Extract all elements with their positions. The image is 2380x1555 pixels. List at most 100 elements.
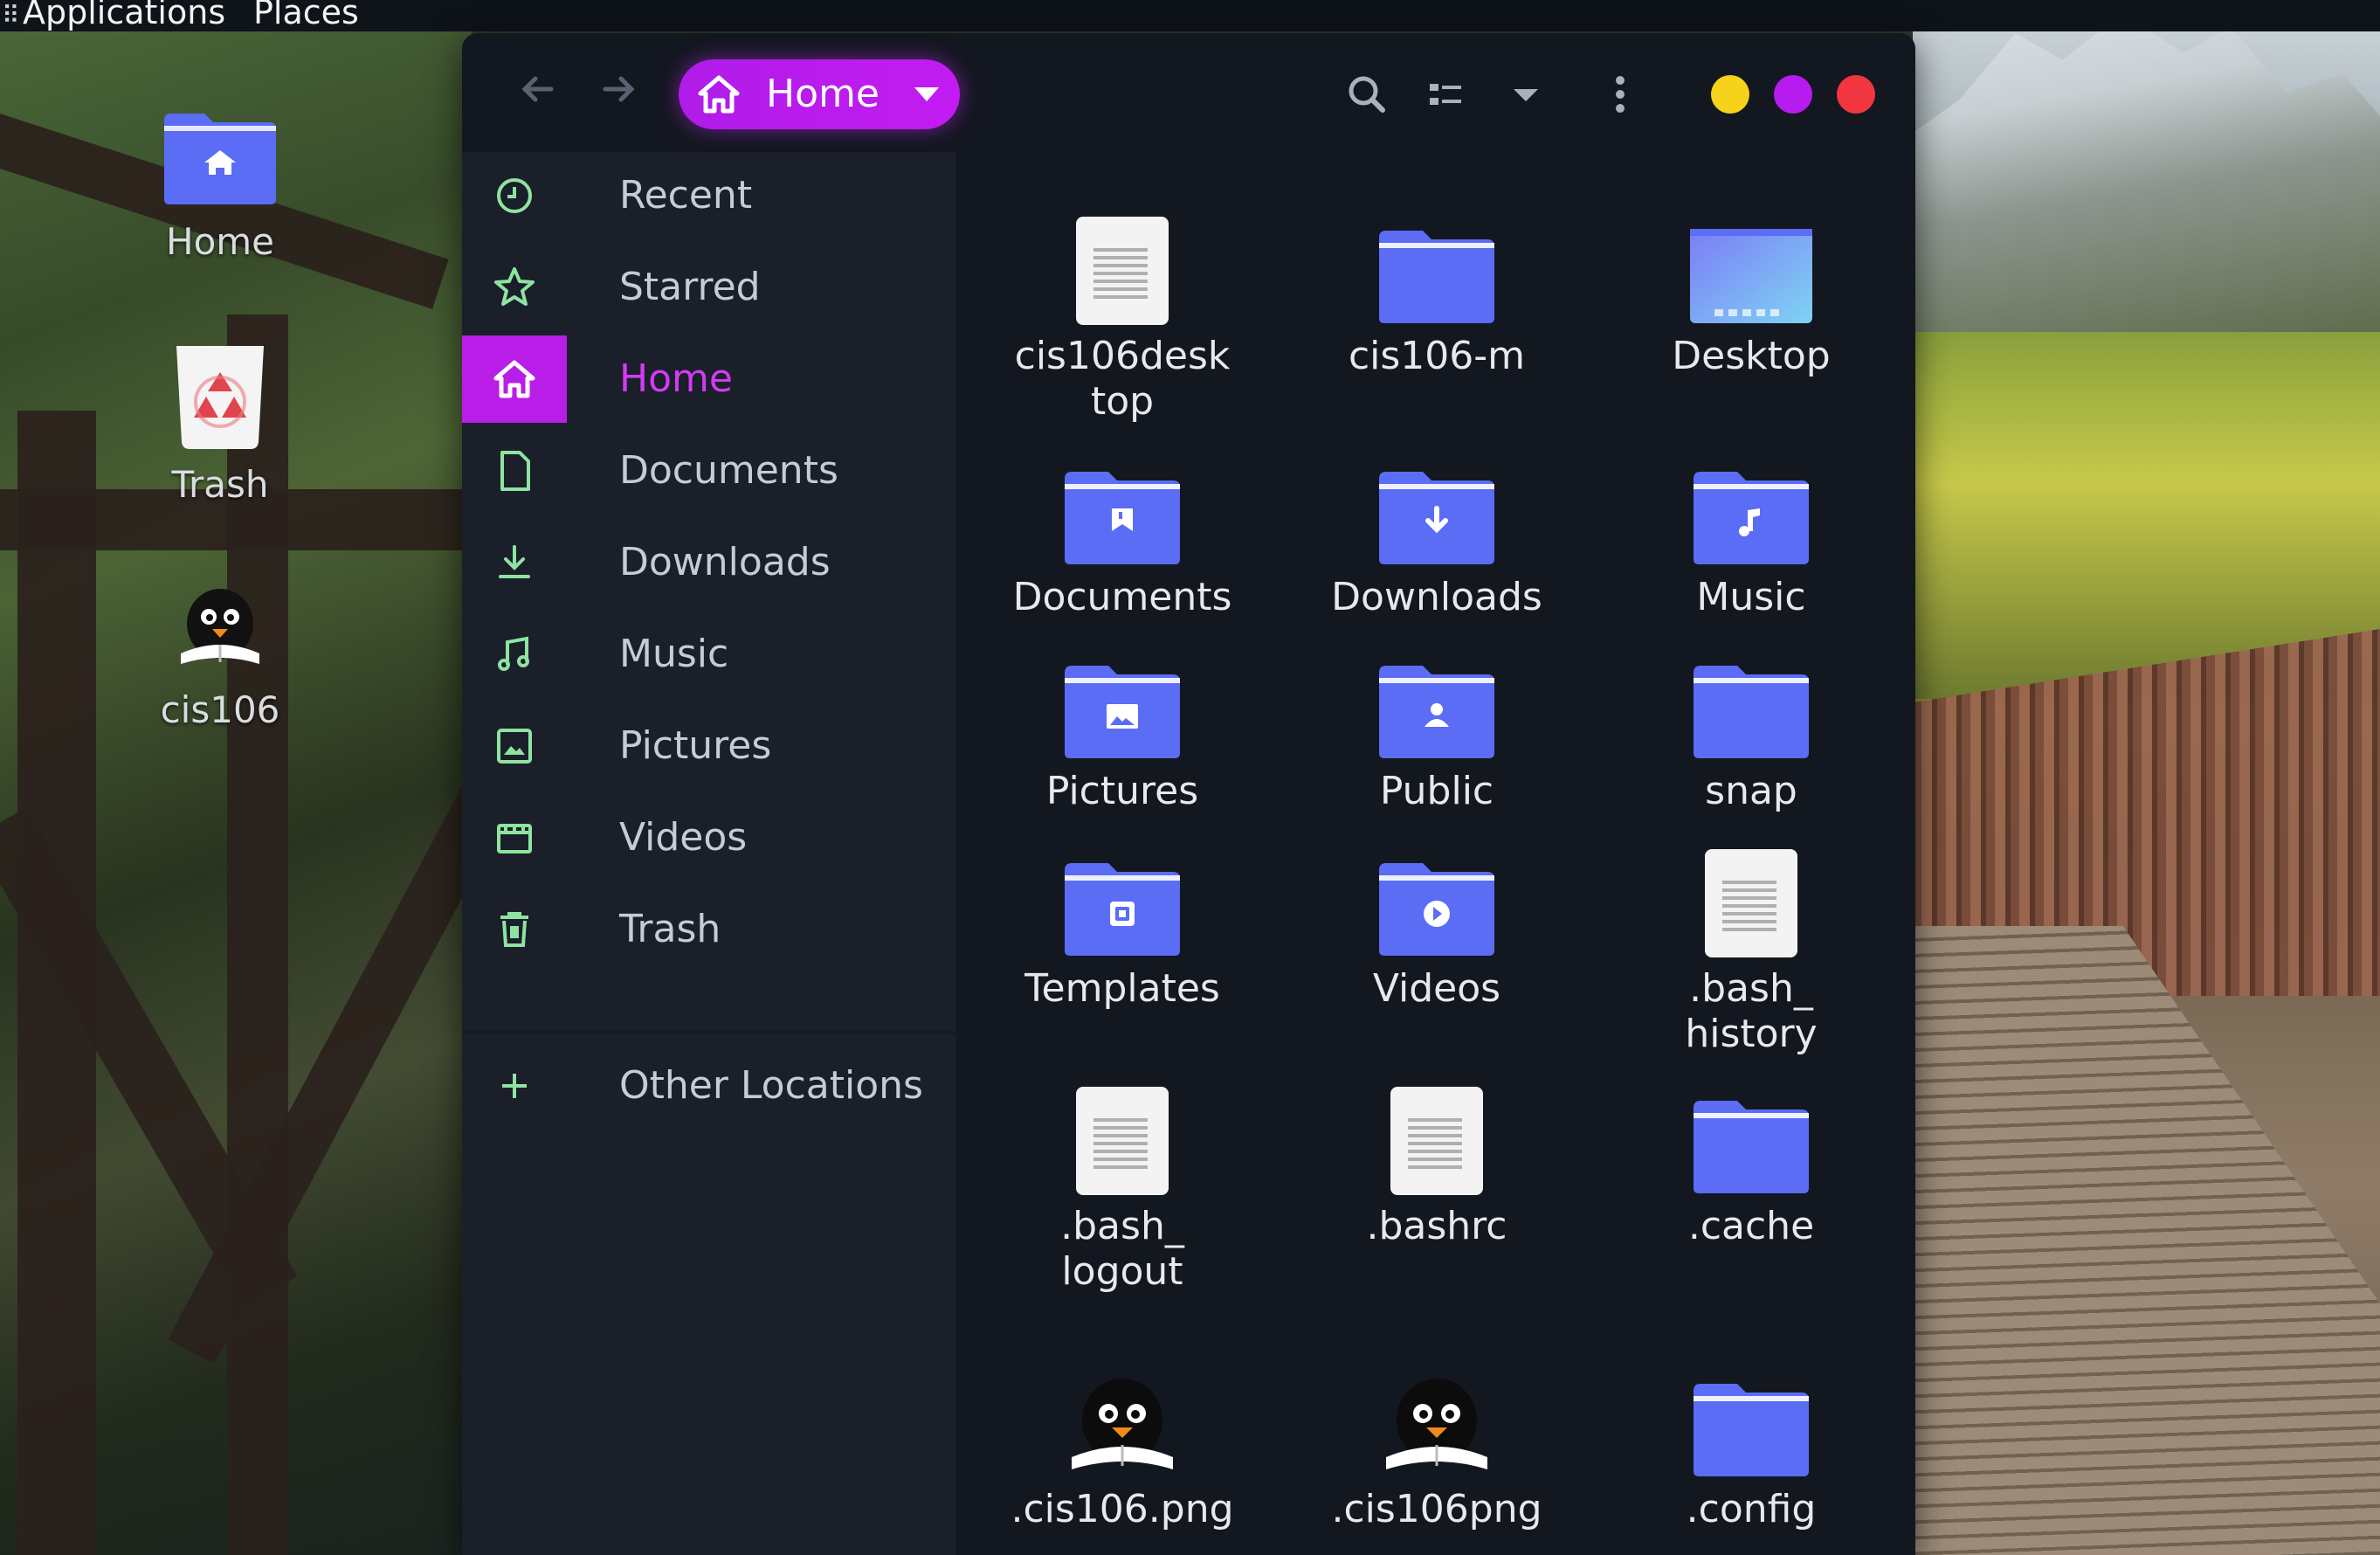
sidebar-item-label: Documents — [619, 448, 838, 493]
maximize-button[interactable] — [1774, 75, 1812, 114]
file-item[interactable]: cis106-m — [1288, 196, 1585, 379]
text-file-icon — [1390, 1087, 1483, 1195]
desktop-folder-icon — [1690, 229, 1812, 323]
sidebar-item-downloads[interactable]: Downloads — [462, 519, 956, 606]
sidebar-item-starred[interactable]: Starred — [462, 244, 956, 331]
minimize-button[interactable] — [1711, 75, 1749, 114]
file-item[interactable]: Public — [1288, 631, 1585, 814]
file-name-line2: history — [1685, 1012, 1818, 1056]
file-item[interactable]: cis106desk top — [974, 196, 1271, 425]
desktop-icon-home[interactable]: Home — [124, 105, 316, 263]
file-manager-window: Home Recent Starred Home Documents Downl… — [462, 33, 1915, 1555]
forward-button[interactable] — [593, 68, 645, 121]
file-item[interactable]: .cis106png — [1288, 1349, 1585, 1532]
file-name: .bash_ — [1689, 966, 1813, 1011]
file-item[interactable]: Downloads — [1288, 437, 1585, 620]
home-icon — [698, 75, 740, 114]
file-name: Public — [1379, 769, 1494, 813]
sidebar-item-pictures[interactable]: Pictures — [462, 702, 956, 790]
back-button[interactable] — [511, 68, 563, 121]
list-view-icon — [1430, 84, 1461, 105]
applications-menu[interactable]: Applications — [23, 0, 225, 29]
file-thumbnail — [1288, 828, 1585, 959]
file-thumbnail — [1603, 1349, 1900, 1480]
sidebar-item-videos[interactable]: Videos — [462, 794, 956, 881]
file-item[interactable]: Music — [1603, 437, 1900, 620]
wallpaper-right-bridge — [1913, 0, 2380, 1555]
file-item[interactable]: .bash_ history — [1603, 828, 1900, 1057]
file-item[interactable]: snap — [1603, 631, 1900, 814]
file-item[interactable]: .cis106.png — [974, 1349, 1271, 1532]
folder-documents-icon — [1065, 472, 1180, 564]
folder-public-icon — [1379, 666, 1494, 758]
file-name: Desktop — [1672, 334, 1831, 378]
file-thumbnail — [1288, 631, 1585, 762]
file-name: .config — [1686, 1487, 1817, 1531]
file-name: .cis106.png — [1011, 1487, 1234, 1531]
view-options-button[interactable] — [1498, 66, 1554, 122]
file-item[interactable]: .bash_ logout — [974, 1066, 1271, 1295]
file-item[interactable]: Templates — [974, 828, 1271, 1012]
file-thumbnail — [974, 196, 1271, 327]
file-item[interactable]: .cache — [1603, 1066, 1900, 1249]
sidebar-item-music[interactable]: Music — [462, 611, 956, 698]
sidebar-item-label: Pictures — [619, 723, 772, 768]
chevron-down-icon — [914, 87, 939, 101]
text-file-icon — [1705, 849, 1797, 957]
file-name: .cis106png — [1331, 1487, 1542, 1531]
file-thumbnail — [1288, 1349, 1585, 1480]
search-button[interactable] — [1339, 66, 1395, 122]
sidebar-item-trash[interactable]: Trash — [462, 886, 956, 973]
desktop-icon-cis106[interactable]: cis106 — [124, 582, 316, 731]
file-name: .bashrc — [1366, 1204, 1507, 1248]
file-thumbnail — [1603, 828, 1900, 959]
file-item[interactable]: .bashrc — [1288, 1066, 1585, 1249]
file-item[interactable]: Documents — [974, 437, 1271, 620]
file-thumbnail — [1603, 631, 1900, 762]
folder-videos-icon — [1379, 863, 1494, 956]
path-label: Home — [766, 72, 880, 116]
places-menu[interactable]: Places — [253, 0, 359, 29]
sidebar-item-documents[interactable]: Documents — [462, 427, 956, 515]
file-item[interactable]: Desktop — [1603, 196, 1900, 379]
path-bar-home-button[interactable]: Home — [679, 59, 960, 129]
file-thumbnail — [1603, 437, 1900, 568]
folder-icon — [1694, 666, 1809, 758]
document-icon — [500, 451, 530, 491]
file-thumbnail — [974, 1349, 1271, 1480]
chevron-down-icon — [1514, 89, 1538, 101]
sidebar-item-recent[interactable]: Recent — [462, 152, 956, 239]
file-name: Music — [1696, 575, 1806, 619]
file-item[interactable]: .config — [1603, 1349, 1900, 1532]
view-toggle-button[interactable] — [1419, 66, 1475, 122]
desktop-icon-trash[interactable]: Trash — [124, 339, 316, 506]
folder-pictures-icon — [1065, 666, 1180, 758]
file-thumbnail — [1603, 196, 1900, 327]
desktop-icon-label: Trash — [171, 463, 269, 506]
header-bar: Home — [462, 33, 1915, 152]
file-name: .bash_ — [1060, 1204, 1184, 1248]
folder-icon — [1694, 1101, 1809, 1193]
penguin-icon — [181, 589, 259, 664]
text-file-icon — [1076, 1087, 1169, 1195]
file-thumbnail — [1288, 437, 1585, 568]
close-button[interactable] — [1837, 75, 1875, 114]
file-name-line2: logout — [1061, 1249, 1183, 1294]
music-icon — [498, 636, 529, 671]
file-name-line2: top — [1090, 379, 1155, 424]
sidebar-item-label: Music — [619, 632, 729, 676]
home-folder-icon — [164, 114, 276, 204]
file-name: Documents — [1012, 575, 1232, 619]
sidebar-item-other-locations[interactable]: Other Locations — [462, 1042, 956, 1130]
folder-icon — [1379, 231, 1494, 323]
top-panel: ⠿ Applications Places — [0, 0, 2380, 31]
file-thumbnail — [974, 1066, 1271, 1197]
file-item[interactable]: Videos — [1288, 828, 1585, 1012]
menu-button[interactable] — [1592, 66, 1648, 122]
sidebar-item-label: Home — [619, 356, 733, 401]
clock-icon — [497, 178, 532, 213]
file-item[interactable]: Pictures — [974, 631, 1271, 814]
sidebar-item-home[interactable]: Home — [462, 335, 956, 423]
file-grid: cis106desk top cis106-m Desktop Documents Dow… — [956, 152, 1915, 1555]
file-name: cis106-m — [1348, 334, 1526, 378]
